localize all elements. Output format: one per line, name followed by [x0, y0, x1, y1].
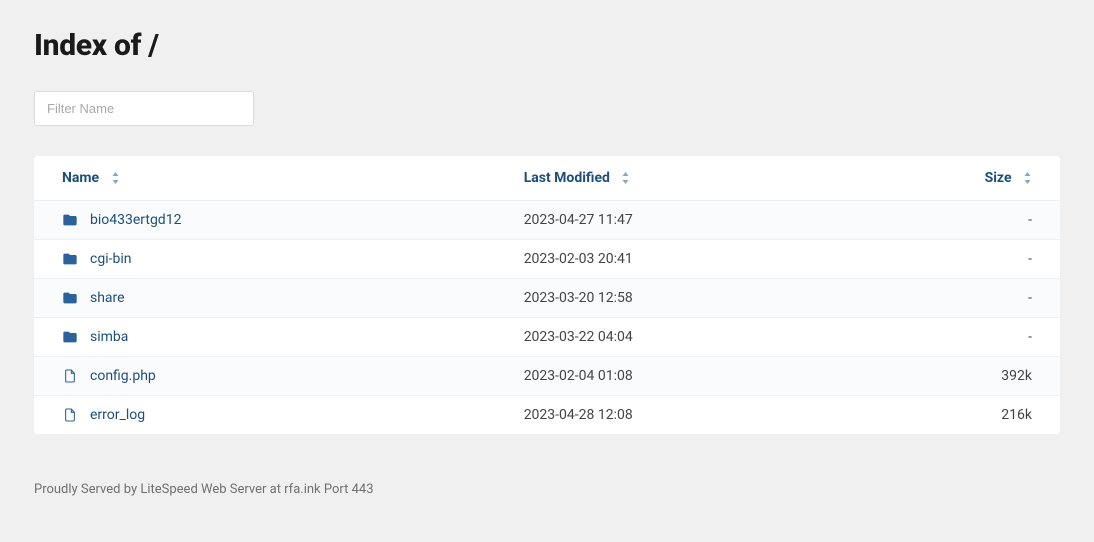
entry-link[interactable]: error_log [90, 407, 145, 423]
table-row: error_log 2023-04-28 12:08216k [34, 396, 1060, 435]
entry-link[interactable]: bio433ertgd12 [90, 212, 181, 228]
column-header-modified[interactable]: Last Modified [496, 156, 855, 201]
sort-icon [1023, 172, 1032, 184]
page-title: Index of / [34, 28, 1060, 63]
table-row: share 2023-03-20 12:58- [34, 279, 1060, 318]
cell-modified: 2023-02-04 01:08 [496, 357, 855, 396]
entry-link[interactable]: simba [90, 329, 128, 345]
cell-modified: 2023-03-22 04:04 [496, 318, 855, 357]
cell-name: bio433ertgd12 [34, 201, 496, 240]
cell-name: simba [34, 318, 496, 357]
filter-name-input[interactable] [34, 91, 254, 126]
column-header-name-label: Name [62, 170, 99, 186]
file-icon [62, 407, 78, 423]
cell-modified: 2023-02-03 20:41 [496, 240, 855, 279]
column-header-size[interactable]: Size [855, 156, 1060, 201]
cell-name: error_log [34, 396, 496, 435]
table-row: simba 2023-03-22 04:04- [34, 318, 1060, 357]
folder-icon [62, 251, 78, 267]
column-header-modified-label: Last Modified [524, 170, 610, 186]
folder-icon [62, 290, 78, 306]
cell-name: share [34, 279, 496, 318]
entry-link[interactable]: share [90, 290, 125, 306]
server-footer: Proudly Served by LiteSpeed Web Server a… [0, 462, 1094, 517]
cell-size: - [855, 279, 1060, 318]
folder-icon [62, 212, 78, 228]
sort-icon [111, 172, 120, 184]
cell-modified: 2023-04-28 12:08 [496, 396, 855, 435]
table-row: bio433ertgd12 2023-04-27 11:47- [34, 201, 1060, 240]
directory-listing-table: Name Last Modified Size [34, 156, 1060, 434]
cell-name: cgi-bin [34, 240, 496, 279]
column-header-size-label: Size [985, 170, 1012, 186]
cell-size: 392k [855, 357, 1060, 396]
cell-name: config.php [34, 357, 496, 396]
column-header-name[interactable]: Name [34, 156, 496, 201]
cell-size: - [855, 318, 1060, 357]
file-icon [62, 368, 78, 384]
table-row: cgi-bin 2023-02-03 20:41- [34, 240, 1060, 279]
cell-size: - [855, 201, 1060, 240]
entry-link[interactable]: config.php [90, 368, 156, 384]
table-row: config.php 2023-02-04 01:08392k [34, 357, 1060, 396]
folder-icon [62, 329, 78, 345]
sort-icon [621, 172, 630, 184]
cell-modified: 2023-03-20 12:58 [496, 279, 855, 318]
cell-size: - [855, 240, 1060, 279]
cell-size: 216k [855, 396, 1060, 435]
entry-link[interactable]: cgi-bin [90, 251, 131, 267]
cell-modified: 2023-04-27 11:47 [496, 201, 855, 240]
